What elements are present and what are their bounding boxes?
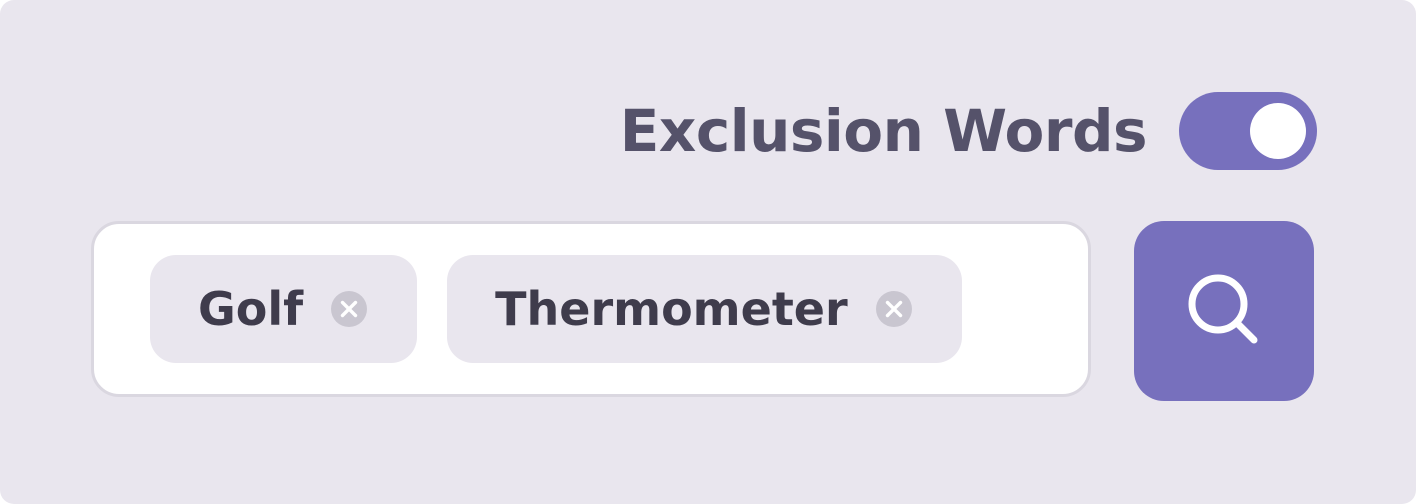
search-button[interactable] — [1134, 221, 1314, 401]
exclusion-words-label: Exclusion Words — [619, 97, 1148, 165]
tag-input-field[interactable]: Golf Thermometer — [91, 221, 1091, 397]
exclusion-search-panel: Exclusion Words Golf Thermometer — [0, 0, 1416, 504]
search-icon — [1188, 274, 1258, 344]
toggle-knob — [1250, 103, 1306, 159]
tag-chip-golf: Golf — [150, 255, 418, 363]
close-circle-icon[interactable] — [331, 291, 368, 327]
tag-chip-thermometer: Thermometer — [447, 255, 962, 363]
exclusion-words-toggle[interactable] — [1179, 92, 1317, 170]
tag-chip-label: Golf — [198, 282, 304, 336]
tag-chip-label: Thermometer — [495, 282, 848, 336]
close-circle-icon[interactable] — [875, 291, 912, 327]
exclusion-words-toggle-row: Exclusion Words — [620, 92, 1317, 170]
